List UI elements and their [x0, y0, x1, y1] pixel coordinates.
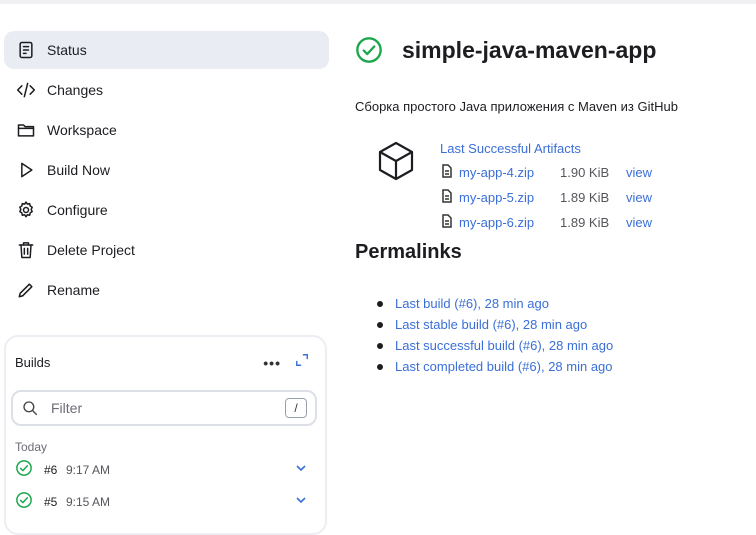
bullet	[377, 300, 383, 307]
sidebar-item-label: Configure	[47, 202, 108, 218]
sidebar: Status Changes Workspace Build Now Confi…	[4, 31, 329, 311]
permalink-last-successful-build[interactable]: Last successful build (#6), 28 min ago	[395, 338, 613, 353]
sidebar-item-delete-project[interactable]: Delete Project	[4, 231, 329, 269]
chevron-down-icon[interactable]	[295, 461, 307, 479]
more-options-button[interactable]: •••	[263, 355, 281, 371]
sidebar-item-changes[interactable]: Changes	[4, 71, 329, 109]
artifact-link[interactable]: my-app-4.zip	[459, 165, 560, 180]
package-icon	[375, 141, 417, 186]
filter-input[interactable]	[49, 399, 285, 417]
sidebar-item-workspace[interactable]: Workspace	[4, 111, 329, 149]
page-header: simple-java-maven-app	[355, 36, 656, 64]
pencil-icon	[15, 279, 37, 301]
sidebar-item-label: Build Now	[47, 162, 111, 178]
artifacts-section: Last Successful Artifacts my-app-4.zip 1…	[375, 140, 652, 230]
bullet	[377, 363, 383, 370]
artifact-view-link[interactable]: view	[626, 165, 652, 180]
sidebar-item-label: Changes	[47, 82, 104, 98]
builds-actions: •••	[263, 353, 309, 372]
artifact-view-link[interactable]: view	[626, 215, 652, 230]
expand-icon[interactable]	[295, 353, 309, 372]
build-time: 9:17 AM	[66, 463, 111, 477]
permalink-last-build[interactable]: Last build (#6), 28 min ago	[395, 296, 549, 311]
artifacts-list: Last Successful Artifacts my-app-4.zip 1…	[440, 141, 700, 231]
list-item: Last build (#6), 28 min ago	[377, 293, 613, 314]
artifact-view-link[interactable]: view	[626, 190, 652, 205]
sidebar-item-label: Workspace	[47, 122, 117, 138]
permalinks-heading: Permalinks	[355, 241, 462, 263]
build-number[interactable]: #6	[44, 463, 66, 477]
artifact-link[interactable]: my-app-5.zip	[459, 190, 560, 205]
success-icon	[15, 491, 33, 514]
code-icon	[15, 79, 37, 101]
artifact-row: my-app-4.zip 1.90 KiB view	[440, 163, 700, 181]
list-item: Last completed build (#6), 28 min ago	[377, 356, 613, 377]
sidebar-item-status[interactable]: Status	[4, 31, 329, 69]
permalink-last-stable-build[interactable]: Last stable build (#6), 28 min ago	[395, 317, 587, 332]
build-group-label: Today	[15, 440, 48, 454]
builds-title: Builds	[15, 355, 51, 370]
build-number[interactable]: #5	[44, 495, 66, 509]
search-icon	[23, 401, 38, 416]
bullet	[377, 321, 383, 328]
project-description: Сборка простого Java приложения с Maven …	[355, 99, 678, 114]
top-border	[0, 0, 756, 4]
artifact-size: 1.90 KiB	[560, 164, 610, 180]
folder-icon	[15, 119, 37, 141]
keyboard-shortcut-hint: /	[285, 398, 307, 418]
file-icon	[440, 188, 454, 206]
bullet	[377, 342, 383, 349]
sidebar-item-configure[interactable]: Configure	[4, 191, 329, 229]
success-icon	[356, 37, 382, 63]
last-successful-artifacts-link[interactable]: Last Successful Artifacts	[440, 141, 700, 156]
permalink-last-completed-build[interactable]: Last completed build (#6), 28 min ago	[395, 359, 613, 374]
chevron-down-icon[interactable]	[295, 493, 307, 511]
artifact-row: my-app-6.zip 1.89 KiB view	[440, 213, 700, 231]
build-row[interactable]: #5 9:15 AM	[6, 486, 325, 518]
success-icon	[15, 459, 33, 482]
gear-icon	[15, 199, 37, 221]
list-item: Last stable build (#6), 28 min ago	[377, 314, 613, 335]
builds-panel: Builds ••• / Today #6 9:17 AM #5 9:15 AM	[4, 335, 327, 535]
artifact-link[interactable]: my-app-6.zip	[459, 215, 560, 230]
build-time: 9:15 AM	[66, 495, 111, 509]
sidebar-item-label: Rename	[47, 282, 100, 298]
sidebar-item-label: Status	[47, 42, 87, 58]
build-row[interactable]: #6 9:17 AM	[6, 454, 325, 486]
artifact-size: 1.89 KiB	[560, 214, 610, 230]
artifact-row: my-app-5.zip 1.89 KiB view	[440, 188, 700, 206]
permalinks-list: Last build (#6), 28 min ago Last stable …	[377, 293, 613, 377]
artifact-size: 1.89 KiB	[560, 189, 610, 205]
builds-header: Builds •••	[6, 337, 325, 372]
filter-field[interactable]: /	[11, 390, 317, 426]
page-title: simple-java-maven-app	[402, 36, 657, 63]
document-icon	[15, 39, 37, 61]
sidebar-item-rename[interactable]: Rename	[4, 271, 329, 309]
sidebar-item-label: Delete Project	[47, 242, 135, 258]
play-icon	[15, 159, 37, 181]
file-icon	[440, 213, 454, 231]
file-icon	[440, 163, 454, 181]
list-item: Last successful build (#6), 28 min ago	[377, 335, 613, 356]
trash-icon	[15, 239, 37, 261]
sidebar-item-build-now[interactable]: Build Now	[4, 151, 329, 189]
